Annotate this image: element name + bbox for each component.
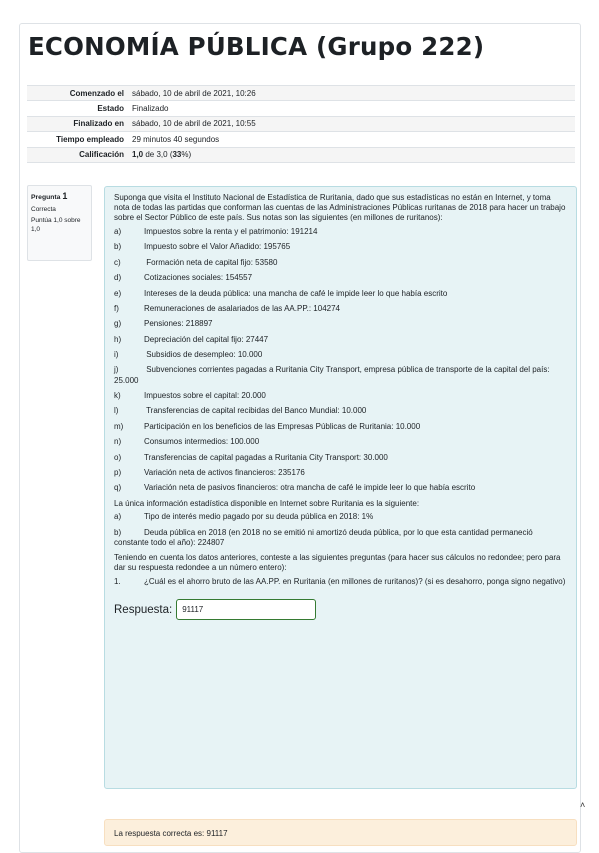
summary-label: Calificación xyxy=(79,150,124,160)
list-item-text: Variación neta de activos financieros: 2… xyxy=(144,467,305,477)
list-item: n) Consumos intermedios: 100.000 xyxy=(114,437,566,447)
question-number-value: 1 xyxy=(62,191,68,201)
summary-value: 29 minutos 40 segundos xyxy=(132,134,220,144)
list-item-text: Impuesto sobre el Valor Añadido: 195765 xyxy=(144,242,291,252)
list-item: g) Pensiones: 218897 xyxy=(114,319,566,329)
question-formulation: Suponga que visita el Instituto Nacional… xyxy=(104,186,577,789)
list-item: o) Transferencias de capital pagadas a Ru… xyxy=(114,453,566,463)
list-item-letter: q) xyxy=(114,483,122,493)
question-intro: Suponga que visita el Instituto Nacional… xyxy=(114,193,566,223)
answer-input[interactable] xyxy=(176,599,317,621)
list-item: l) Transferencias de capital recibidas d… xyxy=(114,406,566,416)
question-text: Suponga que visita el Instituto Nacional… xyxy=(114,193,566,587)
list-item: b) Impuesto sobre el Valor Añadido: 19576… xyxy=(114,242,566,252)
quiz-review-page: ECONOMÍA PÚBLICA (Grupo 222) Comenzado e… xyxy=(19,23,585,853)
list-item-text: Transferencias de capital recibidas del … xyxy=(144,406,367,416)
question-grade: Puntúa 1,0 sobre 1,0 xyxy=(31,217,81,233)
question-label: Pregunta xyxy=(31,194,61,201)
summary-label: Finalizado en xyxy=(73,119,124,129)
list-item-text: Cotizaciones sociales: 154557 xyxy=(144,273,253,283)
list-item-text: Deuda pública en 2018 (en 2018 no se emi… xyxy=(114,527,533,547)
list-item-letter: j) xyxy=(114,365,119,375)
summary-value: Finalizado xyxy=(132,104,169,114)
summary-label: Estado xyxy=(97,104,124,114)
list-item-text: Tipo de interés medio pagado por su deud… xyxy=(144,512,374,522)
summary-row-grade: Calificación 1,0 de 3,0 (33%) xyxy=(27,147,575,163)
list-item-letter: d) xyxy=(114,273,122,283)
list-item: c) Formación neta de capital fijo: 53580 xyxy=(114,258,566,268)
list-item: a) Impuestos sobre la renta y el patrimon… xyxy=(114,227,566,237)
list-item-letter: c) xyxy=(114,257,121,267)
list-item-letter: a) xyxy=(114,512,122,522)
list-item-letter: g) xyxy=(114,319,122,329)
list-item: j) Subvenciones corrientes pagadas a Rur… xyxy=(114,365,566,385)
list-item: h) Depreciación del capital fijo: 27447 xyxy=(114,335,566,345)
collapse-icon[interactable]: ˄ xyxy=(580,800,585,810)
list-item-letter: f) xyxy=(114,303,119,313)
data-items-list: a) Impuestos sobre la renta y el patrimon… xyxy=(114,227,566,493)
list-item: e) Intereses de la deuda pública: una man… xyxy=(114,289,566,299)
list-item-letter: n) xyxy=(114,437,122,447)
list-item-text: Consumos intermedios: 100.000 xyxy=(144,437,260,447)
summary-label: Tiempo empleado xyxy=(56,134,124,144)
list-item-text: Subvenciones corrientes pagadas a Rurita… xyxy=(114,365,550,385)
list-item-text: Formación neta de capital fijo: 53580 xyxy=(144,257,278,267)
grade-score: 1,0 xyxy=(132,150,144,160)
list-item-letter: k) xyxy=(114,390,121,400)
page-title: ECONOMÍA PÚBLICA (Grupo 222) xyxy=(28,32,485,61)
summary-value: sábado, 10 de abril de 2021, 10:26 xyxy=(132,88,256,98)
list-item-text: Pensiones: 218897 xyxy=(144,319,213,329)
answer-label: Respuesta: xyxy=(114,603,173,616)
summary-row-completed: Finalizado en sábado, 10 de abril de 202… xyxy=(27,116,575,132)
list-item-text: Impuestos sobre el capital: 20.000 xyxy=(144,390,266,400)
question-state: Correcta xyxy=(31,206,56,213)
question-prompt: 1. ¿Cuál es el ahorro bruto de las AA.PP.… xyxy=(114,577,566,587)
grade-suffix: %) xyxy=(181,150,192,160)
instructions: Teniendo en cuenta los datos anteriores,… xyxy=(114,553,561,573)
list-item-letter: h) xyxy=(114,334,122,344)
list-item-text: Impuestos sobre la renta y el patrimonio… xyxy=(144,226,318,236)
list-item: q) Variación neta de pasivos financieros:… xyxy=(114,483,566,493)
grade-total: de 3,0 ( xyxy=(143,150,173,160)
summary-value: 1,0 de 3,0 (33%) xyxy=(128,147,575,162)
summary-row-state: Estado Finalizado xyxy=(27,101,575,117)
list-item-text: Variación neta de pasivos financieros: o… xyxy=(144,483,476,493)
list-item-letter: o) xyxy=(114,452,122,462)
list-item-letter: l) xyxy=(114,406,119,416)
question-number: Pregunta 1 xyxy=(31,191,88,201)
list-item: b) Deuda pública en 2018 (en 2018 no se e… xyxy=(114,528,566,548)
attempt-summary-table: Comenzado el sábado, 10 de abril de 2021… xyxy=(27,85,575,163)
correct-answer-feedback: La respuesta correcta es: 91117 xyxy=(104,819,577,846)
list-item: a) Tipo de interés medio pagado por su de… xyxy=(114,512,566,522)
list-item-text: Transferencias de capital pagadas a Ruri… xyxy=(144,452,388,462)
list-item-text: Participación en los beneficios de las E… xyxy=(144,421,421,431)
list-item-letter: e) xyxy=(114,288,122,298)
list-item-text: Depreciación del capital fijo: 27447 xyxy=(144,334,269,344)
list-item: k) Impuestos sobre el capital: 20.000 xyxy=(114,391,566,401)
summary-row-time-taken: Tiempo empleado 29 minutos 40 segundos xyxy=(27,132,575,148)
list-item: m) Participación en los beneficios de las… xyxy=(114,422,566,432)
list-item-letter: b) xyxy=(114,242,122,252)
list-item: f) Remuneraciones de asalariados de las A… xyxy=(114,304,566,314)
list-item-letter: p) xyxy=(114,467,122,477)
summary-row-started: Comenzado el sábado, 10 de abril de 2021… xyxy=(27,85,575,101)
list-item-letter: i) xyxy=(114,350,119,360)
internet-intro: La única información estadística disponi… xyxy=(114,498,420,508)
list-item-letter: m) xyxy=(114,421,124,431)
list-item-text: Remuneraciones de asalariados de las AA.… xyxy=(144,303,340,313)
list-item-letter: b) xyxy=(114,527,122,537)
question-info-box: Pregunta 1 Correcta Puntúa 1,0 sobre 1,0 xyxy=(27,185,92,261)
list-item: p) Variación neta de activos financieros:… xyxy=(114,468,566,478)
list-item-letter: a) xyxy=(114,226,122,236)
prompt-number: 1. xyxy=(114,577,121,587)
list-item-text: Intereses de la deuda pública: una manch… xyxy=(144,288,448,298)
summary-value: sábado, 10 de abril de 2021, 10:55 xyxy=(132,119,256,129)
list-item: d) Cotizaciones sociales: 154557 xyxy=(114,273,566,283)
prompt-text: ¿Cuál es el ahorro bruto de las AA.PP. e… xyxy=(144,577,566,587)
summary-label: Comenzado el xyxy=(69,88,124,98)
list-item: i) Subsidios de desempleo: 10.000 xyxy=(114,350,566,360)
answer-row: Respuesta: xyxy=(114,599,566,621)
internet-items-list: a) Tipo de interés medio pagado por su de… xyxy=(114,512,566,548)
list-item-text: Subsidios de desempleo: 10.000 xyxy=(144,350,263,360)
